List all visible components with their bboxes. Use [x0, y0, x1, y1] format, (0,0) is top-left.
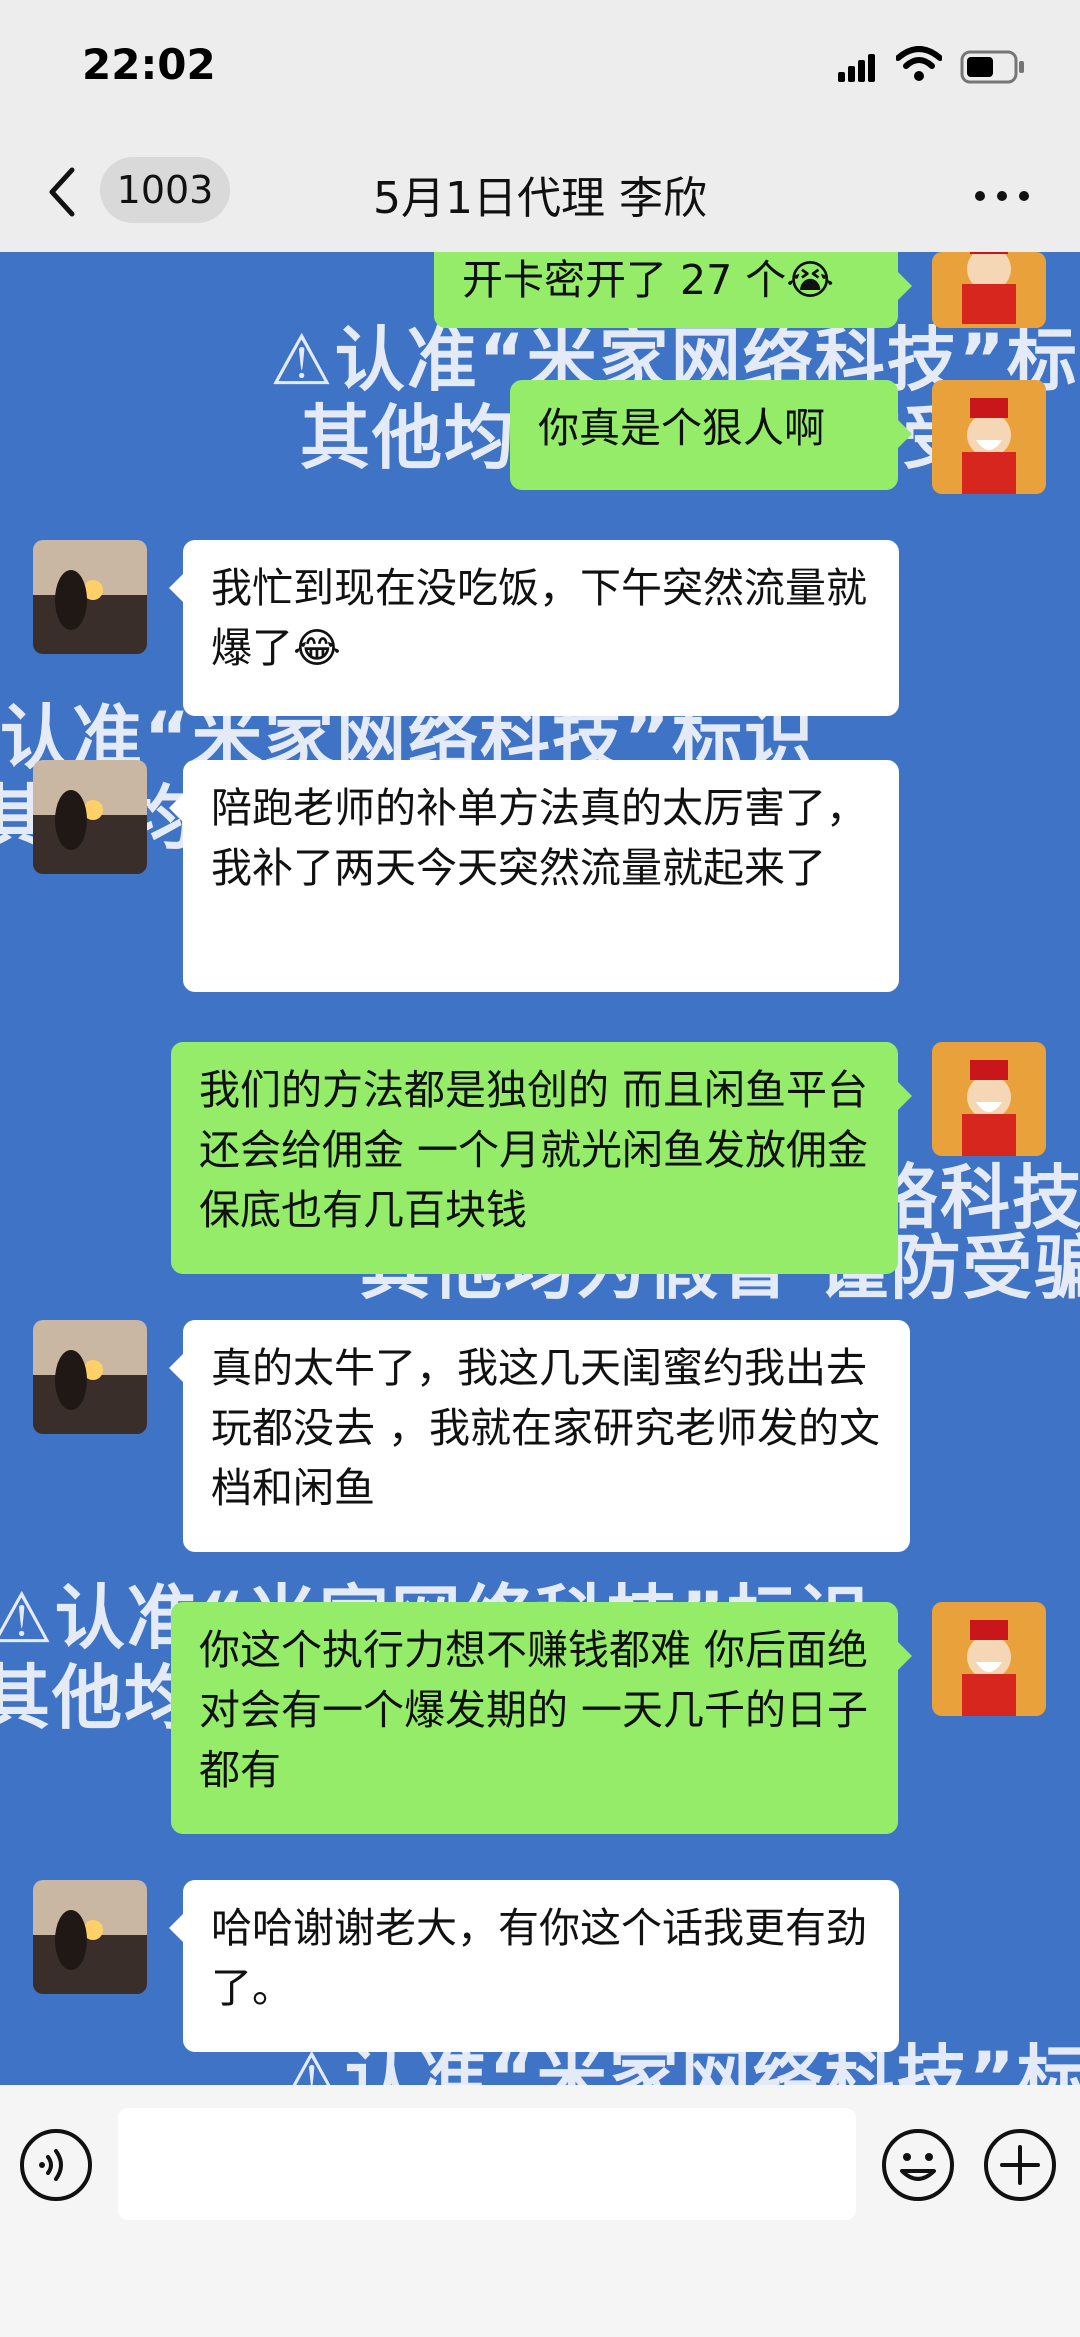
contact-avatar[interactable]: [33, 760, 147, 874]
self-avatar[interactable]: [932, 1042, 1046, 1156]
self-avatar[interactable]: [932, 252, 1046, 328]
message-text: 陪跑老师的补单方法真的太厉害了，我补了两天今天突然流量就起来了: [211, 784, 867, 892]
emoji-icon[interactable]: [880, 2127, 956, 2203]
message-input[interactable]: [118, 2108, 856, 2220]
voice-icon[interactable]: [18, 2127, 94, 2203]
contact-avatar[interactable]: [33, 1880, 147, 1994]
incoming-message-bubble[interactable]: 我忙到现在没吃饭，下午突然流量就爆了😂: [169, 540, 899, 716]
message-text: 我们的方法都是独创的 而且闲鱼平台还会给佣金 一个月就光闲鱼发放佣金保底也有几百…: [199, 1066, 869, 1234]
wifi-icon: [896, 46, 942, 81]
message-text: 你这个执行力想不赚钱都难 你后面绝对会有一个爆发期的 一天几千的日子都有: [199, 1626, 869, 1794]
message-text: 真的太牛了，我这几天闺蜜约我出去玩都没去 ，我就在家研究老师发的文档和闲鱼: [211, 1344, 881, 1512]
incoming-message-bubble[interactable]: 陪跑老师的补单方法真的太厉害了，我补了两天今天突然流量就起来了: [169, 760, 899, 992]
outgoing-message-bubble[interactable]: 你真是个狠人啊: [510, 380, 912, 490]
chat-header: 1003 5月1日代理 李欣: [0, 140, 1080, 252]
contact-avatar[interactable]: [33, 1320, 147, 1434]
message-text: 哈哈谢谢老大，有你这个话我更有劲了。: [211, 1904, 867, 2012]
self-avatar[interactable]: [932, 1602, 1046, 1716]
message-text: 开卡密开了 27 个😭: [462, 256, 835, 304]
outgoing-message-bubble[interactable]: 开卡密开了 27 个😭: [434, 252, 912, 328]
cellular-signal-icon: [838, 54, 875, 82]
more-dots-icon[interactable]: [974, 188, 1030, 204]
unread-count-badge[interactable]: 1003: [100, 157, 230, 223]
chat-message-list[interactable]: ⚠认准“米家网络科技”标识 其他均为假冒 谨防受骗 认准“米家网络科技”标识 其…: [0, 252, 1080, 2085]
status-bar: 22:02: [0, 0, 1080, 140]
message-text: 我忙到现在没吃饭，下午突然流量就爆了😂: [211, 564, 867, 672]
chevron-left-icon[interactable]: [44, 162, 78, 222]
contact-avatar[interactable]: [33, 540, 147, 654]
battery-icon: [960, 50, 1024, 84]
incoming-message-bubble[interactable]: 哈哈谢谢老大，有你这个话我更有劲了。: [169, 1880, 899, 2052]
outgoing-message-bubble[interactable]: 你这个执行力想不赚钱都难 你后面绝对会有一个爆发期的 一天几千的日子都有: [171, 1602, 912, 1834]
message-input-bar: [0, 2085, 1080, 2337]
incoming-message-bubble[interactable]: 真的太牛了，我这几天闺蜜约我出去玩都没去 ，我就在家研究老师发的文档和闲鱼: [169, 1320, 910, 1552]
message-text: 你真是个狠人啊: [538, 404, 825, 452]
outgoing-message-bubble[interactable]: 我们的方法都是独创的 而且闲鱼平台还会给佣金 一个月就光闲鱼发放佣金保底也有几百…: [171, 1042, 912, 1274]
plus-icon[interactable]: [982, 2127, 1058, 2203]
status-time: 22:02: [82, 40, 216, 89]
self-avatar[interactable]: [932, 380, 1046, 494]
